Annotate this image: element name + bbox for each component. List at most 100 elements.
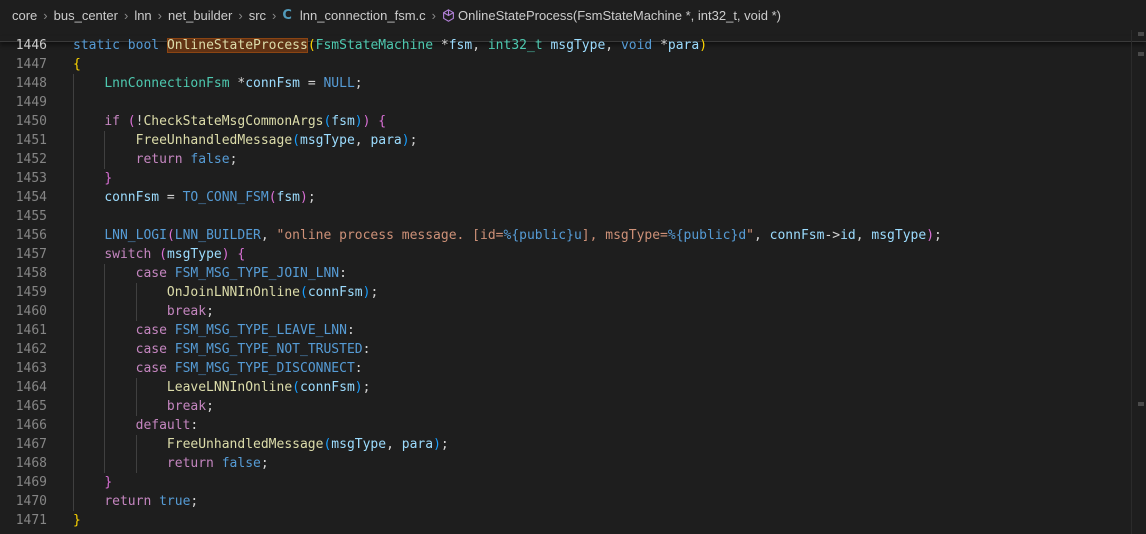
code-line[interactable]: 1452 return false; <box>0 150 1146 169</box>
breadcrumb-file[interactable]: lnn_connection_fsm.c <box>300 8 426 23</box>
breadcrumb-item-src[interactable]: src <box>249 8 266 23</box>
code-line[interactable]: 1470 return true; <box>0 492 1146 511</box>
code-line[interactable]: 1464 LeaveLNNInOnline(connFsm); <box>0 378 1146 397</box>
code-line[interactable]: 1461 case FSM_MSG_TYPE_LEAVE_LNN: <box>0 321 1146 340</box>
line-number: 1463 <box>15 361 47 376</box>
code-token: FSM_MSG_TYPE_LEAVE_LNN <box>174 323 347 338</box>
code-line[interactable]: 1449 <box>0 93 1146 112</box>
line-number: 1446 <box>15 38 47 53</box>
code-token: , <box>354 133 371 148</box>
code-line[interactable]: 1458 case FSM_MSG_TYPE_JOIN_LNN: <box>0 264 1146 283</box>
line-number: 1462 <box>15 342 47 357</box>
indent-guide <box>73 131 74 150</box>
indent-guide <box>104 264 106 283</box>
indent-guide <box>73 245 74 264</box>
line-number: 1465 <box>15 399 47 414</box>
code-token: * <box>229 76 246 91</box>
code-token: LeaveLNNInOnline <box>166 380 293 395</box>
breadcrumb-item-core[interactable]: core <box>12 8 37 23</box>
code-token: { <box>237 247 246 262</box>
code-token: static <box>73 38 120 53</box>
code-token: para <box>401 437 434 452</box>
code-token: bool <box>127 38 160 53</box>
code-token: ) <box>354 380 363 395</box>
line-number: 1459 <box>15 285 47 300</box>
code-token: : <box>190 418 199 433</box>
code-token: } <box>104 171 113 186</box>
indent-guide <box>73 435 74 454</box>
code-token: ( <box>268 190 277 205</box>
indent-guide <box>135 302 137 321</box>
code-token: , <box>386 437 402 452</box>
code-token: { <box>73 57 81 72</box>
code-token: , <box>472 38 488 53</box>
code-line[interactable]: 1455 <box>0 207 1146 226</box>
code-token: FSM_MSG_TYPE_NOT_TRUSTED <box>174 342 363 357</box>
line-number: 1450 <box>15 114 47 129</box>
code-line[interactable]: 1466 default: <box>0 416 1146 435</box>
breadcrumb-item-bus-center[interactable]: bus_center <box>54 8 118 23</box>
code-text: case FSM_MSG_TYPE_JOIN_LNN: <box>47 264 347 283</box>
code-text: FreeUnhandledMessage(msgType, para); <box>47 131 417 150</box>
code-text: case FSM_MSG_TYPE_LEAVE_LNN: <box>47 321 355 340</box>
code-token: LnnConnectionFsm <box>104 76 230 91</box>
breadcrumb-item-net-builder[interactable]: net_builder <box>168 8 232 23</box>
code-line[interactable]: 1465 break; <box>0 397 1146 416</box>
indent-guide <box>73 473 74 492</box>
code-line[interactable]: 1463 case FSM_MSG_TYPE_DISCONNECT: <box>0 359 1146 378</box>
code-token: case <box>135 323 167 338</box>
code-token: , <box>260 228 277 243</box>
line-number: 1458 <box>15 266 47 281</box>
code-text <box>47 93 104 112</box>
code-token: break <box>166 399 207 414</box>
code-text: } <box>47 473 112 492</box>
vertical-scrollbar[interactable] <box>1131 30 1146 534</box>
code-token: , <box>855 228 872 243</box>
code-text: case FSM_MSG_TYPE_DISCONNECT: <box>47 359 363 378</box>
code-line[interactable]: 1448 LnnConnectionFsm *connFsm = NULL; <box>0 74 1146 93</box>
code-token: return <box>135 152 183 167</box>
code-line[interactable]: 1447 { <box>0 55 1146 74</box>
code-line[interactable]: 1460 break; <box>0 302 1146 321</box>
line-number: 1457 <box>15 247 47 262</box>
code-line[interactable]: 1462 case FSM_MSG_TYPE_NOT_TRUSTED: <box>0 340 1146 359</box>
code-token: ( <box>166 228 175 243</box>
breadcrumb-item-lnn[interactable]: lnn <box>134 8 151 23</box>
code-line[interactable]: 1456 LNN_LOGI(LNN_BUILDER, "online proce… <box>0 226 1146 245</box>
code-token: case <box>135 361 167 376</box>
breadcrumb-symbol[interactable]: OnlineStateProcess(FsmStateMachine *, in… <box>458 8 781 23</box>
code-line[interactable]: 1446 static bool OnlineStateProcess(FsmSt… <box>0 36 1146 55</box>
code-line[interactable]: 1451 FreeUnhandledMessage(msgType, para)… <box>0 131 1146 150</box>
code-line[interactable]: 1468 return false; <box>0 454 1146 473</box>
indent-guide <box>104 378 106 397</box>
code-token: * <box>660 38 668 53</box>
code-line[interactable]: 1459 OnJoinLNNInOnline(connFsm); <box>0 283 1146 302</box>
line-number: 1461 <box>15 323 47 338</box>
code-line[interactable]: 1469 } <box>0 473 1146 492</box>
code-editor[interactable]: 1445 1446static bool OnlineStateProcess(… <box>0 36 1146 530</box>
code-line[interactable]: 1453 } <box>0 169 1146 188</box>
code-text: static bool OnlineStateProcess(FsmStateM… <box>47 36 707 55</box>
code-token: false <box>190 152 230 167</box>
code-line[interactable]: 1467 FreeUnhandledMessage(msgType, para)… <box>0 435 1146 454</box>
code-line[interactable]: 1450 if (!CheckStateMsgCommonArgs(fsm)) … <box>0 112 1146 131</box>
line-number: 1466 <box>15 418 47 433</box>
code-token: , <box>605 38 621 53</box>
chevron-right-icon: › <box>272 7 277 23</box>
indent-guide <box>73 283 74 302</box>
code-line[interactable]: 1454 connFsm = TO_CONN_FSM(fsm); <box>0 188 1146 207</box>
line-number: 1447 <box>15 57 47 72</box>
scrollbar-marker <box>1138 402 1144 406</box>
code-token: case <box>135 342 167 357</box>
breadcrumb: core › bus_center › lnn › net_builder › src › Clnn… <box>0 0 1146 30</box>
code-text: return false; <box>47 150 237 169</box>
code-token: ( <box>292 380 300 395</box>
code-line[interactable]: 1457 switch (msgType) { <box>0 245 1146 264</box>
code-text: return false; <box>47 454 269 473</box>
c-file-icon: C <box>282 7 292 23</box>
code-line[interactable]: 1471} <box>0 511 1146 530</box>
line-number: 1452 <box>15 152 47 167</box>
indent-guide <box>73 169 74 188</box>
